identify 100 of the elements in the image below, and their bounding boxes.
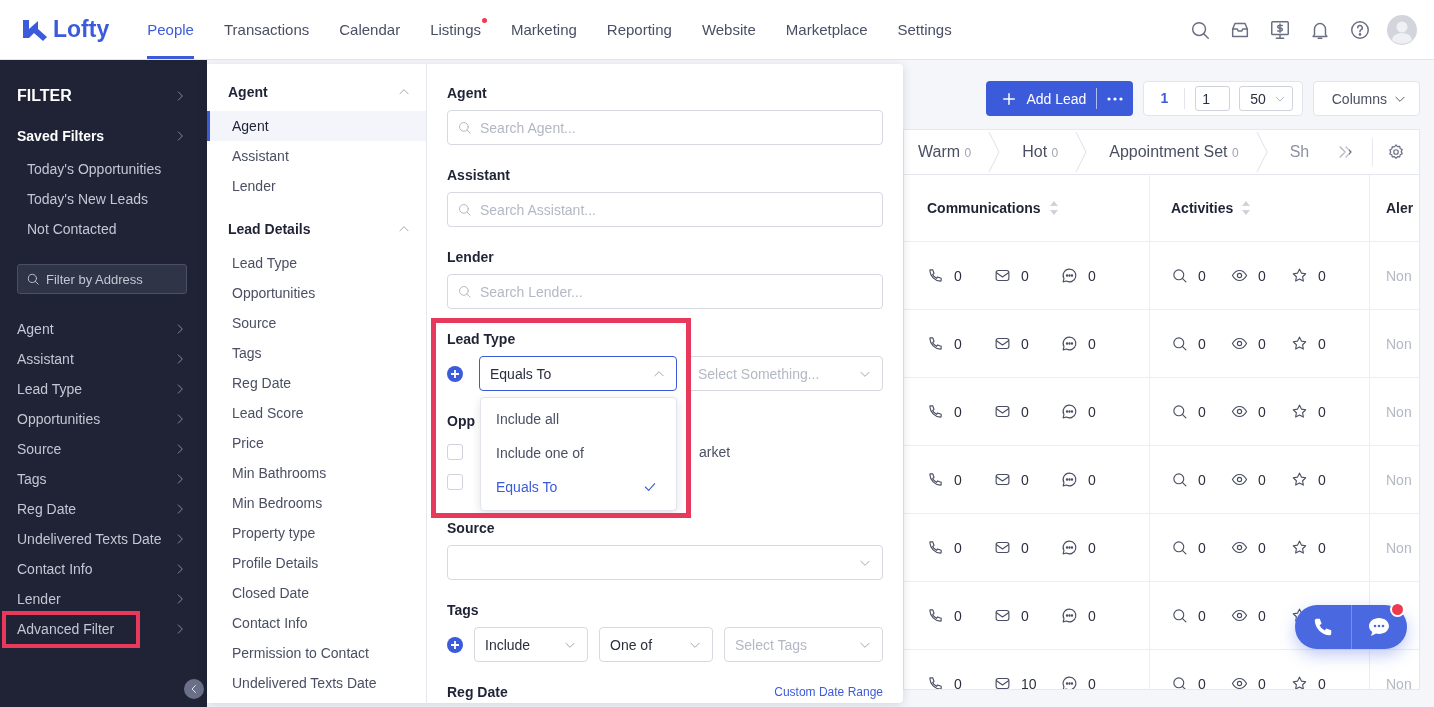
count: 0: [1088, 539, 1096, 556]
column-header[interactable]: Communications: [927, 200, 1041, 216]
category-item[interactable]: Permission to Contact: [207, 638, 426, 668]
nav-tab[interactable]: Reporting: [606, 0, 672, 59]
page-input[interactable]: 1: [1195, 86, 1231, 111]
saved-filter-item[interactable]: Not Contacted: [0, 214, 207, 244]
dropdown-option[interactable]: Include one of: [481, 436, 676, 470]
search-icon: [1171, 607, 1188, 624]
address-search-field[interactable]: Filter by Address: [17, 264, 187, 294]
pipeline-stage[interactable]: Hot 0: [1022, 143, 1059, 161]
category-item[interactable]: Contact Info: [207, 608, 426, 638]
nav-tab[interactable]: Marketing: [511, 0, 577, 59]
dropdown-option[interactable]: Equals To: [481, 470, 676, 504]
nav-tab[interactable]: Website: [701, 0, 756, 59]
category-item[interactable]: Assistant: [207, 141, 426, 171]
sidebar-item[interactable]: Reg Date: [0, 494, 207, 524]
select-field[interactable]: Include: [474, 627, 588, 662]
category-item[interactable]: Source: [207, 308, 426, 338]
count: 0: [1258, 267, 1266, 284]
search-field[interactable]: Search Assistant...: [447, 192, 883, 227]
table-cell: Non: [1386, 335, 1412, 352]
sidebar-item[interactable]: Undelivered Texts Date: [0, 524, 207, 554]
category-header[interactable]: Lead Details: [207, 214, 426, 244]
category-item[interactable]: Tags: [207, 338, 426, 368]
column-header[interactable]: Activities: [1171, 200, 1234, 216]
category-item[interactable]: Closed Date: [207, 578, 426, 608]
category-item[interactable]: Price: [207, 428, 426, 458]
pipeline-stage[interactable]: Appointment Set 0: [1109, 143, 1239, 161]
search-field[interactable]: Search Lender...: [447, 274, 883, 309]
column-header[interactable]: Aler: [1386, 200, 1414, 216]
select-field[interactable]: Equals To: [479, 356, 677, 391]
mail-icon: [994, 267, 1011, 284]
sidebar-item[interactable]: Advanced Filter: [0, 614, 207, 644]
search-icon: [1171, 539, 1188, 556]
eye-icon: [1231, 607, 1248, 624]
nav-tab[interactable]: Transactions: [223, 0, 310, 59]
help-icon[interactable]: [1349, 18, 1371, 41]
category-item[interactable]: Agent: [207, 111, 426, 141]
custom-date-range-link[interactable]: Custom Date Range: [774, 685, 883, 699]
saved-filter-item[interactable]: Today's Opportunities: [0, 154, 207, 184]
nav-tab[interactable]: Settings: [897, 0, 952, 59]
count: 0: [954, 471, 962, 488]
category-item[interactable]: Min Bedrooms: [207, 488, 426, 518]
collapse-button[interactable]: [184, 679, 204, 699]
pipeline-stage[interactable]: Warm 0: [918, 143, 972, 161]
columns-button[interactable]: Columns: [1312, 81, 1420, 116]
filter-header[interactable]: FILTER: [0, 81, 207, 111]
add-icon[interactable]: [447, 365, 463, 382]
star-icon: [1291, 539, 1308, 556]
count: 0: [1318, 539, 1326, 556]
select-field[interactable]: One of: [599, 627, 713, 662]
sidebar-item[interactable]: Lead Type: [0, 374, 207, 404]
category-item[interactable]: Reg Date: [207, 368, 426, 398]
category-header[interactable]: Agent: [207, 77, 426, 107]
count: 0: [1318, 675, 1326, 689]
checkbox[interactable]: [447, 444, 463, 460]
nav-tab[interactable]: Listings: [430, 0, 481, 59]
chat-icon: [1061, 471, 1078, 488]
count: 0: [1021, 335, 1029, 352]
mail-icon: [994, 675, 1011, 689]
sidebar-item[interactable]: Opportunities: [0, 404, 207, 434]
saved-filter-item[interactable]: Today's New Leads: [0, 184, 207, 214]
phone-icon: [927, 403, 944, 420]
sidebar-item[interactable]: Tags: [0, 464, 207, 494]
category-item[interactable]: Lender: [207, 171, 426, 201]
add-icon[interactable]: [447, 636, 463, 653]
phone-icon: [927, 675, 944, 689]
checkbox[interactable]: [447, 474, 463, 490]
sidebar-item[interactable]: Agent: [0, 314, 207, 344]
monitor-dollar-icon[interactable]: [1269, 18, 1291, 41]
select-field[interactable]: [447, 545, 883, 580]
mail-icon: [994, 335, 1011, 352]
category-item[interactable]: Lead Score: [207, 398, 426, 428]
category-item[interactable]: Min Bathrooms: [207, 458, 426, 488]
page-size-select[interactable]: 50: [1239, 86, 1293, 111]
field-label: Source: [447, 519, 495, 537]
sidebar-item[interactable]: Assistant: [0, 344, 207, 374]
sidebar-item[interactable]: Lender: [0, 584, 207, 614]
sidebar-item[interactable]: Source: [0, 434, 207, 464]
category-item[interactable]: Opportunities: [207, 278, 426, 308]
category-item[interactable]: Undelivered Texts Date: [207, 668, 426, 698]
saved-filters-header[interactable]: Saved Filters: [0, 121, 207, 151]
current-page[interactable]: 1: [1144, 88, 1186, 109]
count: 0: [1198, 675, 1206, 689]
count: 0: [1021, 539, 1029, 556]
search-field[interactable]: Search Agent...: [447, 110, 883, 145]
field-label: Assistant: [447, 166, 511, 184]
nav-tab[interactable]: Marketplace: [785, 0, 868, 59]
count: 0: [1198, 335, 1206, 352]
sidebar-item[interactable]: Contact Info: [0, 554, 207, 584]
category-item[interactable]: Lead Type: [207, 248, 426, 278]
count: 0: [1198, 267, 1206, 284]
star-icon: [1291, 471, 1308, 488]
category-item[interactable]: Profile Details: [207, 548, 426, 578]
category-item[interactable]: Property type: [207, 518, 426, 548]
chat-icon: [1061, 675, 1078, 689]
count: 0: [1198, 607, 1206, 624]
count: 0: [954, 607, 962, 624]
dropdown-option[interactable]: Include all: [481, 402, 676, 436]
nav-tab[interactable]: Calendar: [339, 0, 401, 59]
